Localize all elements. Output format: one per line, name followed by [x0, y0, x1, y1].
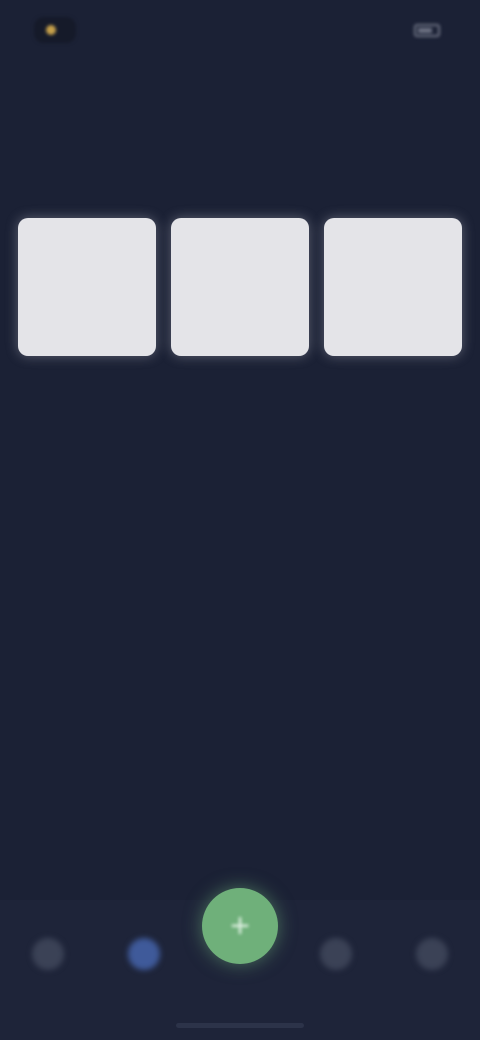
plus-icon: + — [230, 906, 250, 945]
status-dot — [46, 25, 56, 35]
section-row — [0, 176, 480, 200]
nav-profile[interactable] — [410, 932, 454, 976]
nav-list[interactable] — [122, 932, 166, 976]
chart-icon — [320, 938, 352, 970]
add-button[interactable]: + — [202, 888, 278, 964]
header — [0, 90, 480, 150]
card-item[interactable] — [324, 218, 462, 398]
card-thumbnail[interactable] — [18, 218, 156, 356]
home-icon — [32, 938, 64, 970]
card-thumbnail[interactable] — [324, 218, 462, 356]
card-item[interactable] — [18, 218, 156, 398]
status-bar — [0, 0, 480, 60]
home-indicator — [176, 1023, 304, 1028]
bottom-nav: + — [0, 888, 480, 1040]
card-thumbnail[interactable] — [171, 218, 309, 356]
card-list — [18, 218, 462, 398]
battery-icon — [414, 23, 440, 37]
nav-chart[interactable] — [314, 932, 358, 976]
profile-icon — [416, 938, 448, 970]
card-item[interactable] — [171, 218, 309, 398]
nav-home[interactable] — [26, 932, 70, 976]
status-icons — [414, 23, 440, 37]
status-pill — [34, 17, 76, 43]
list-icon — [128, 938, 160, 970]
